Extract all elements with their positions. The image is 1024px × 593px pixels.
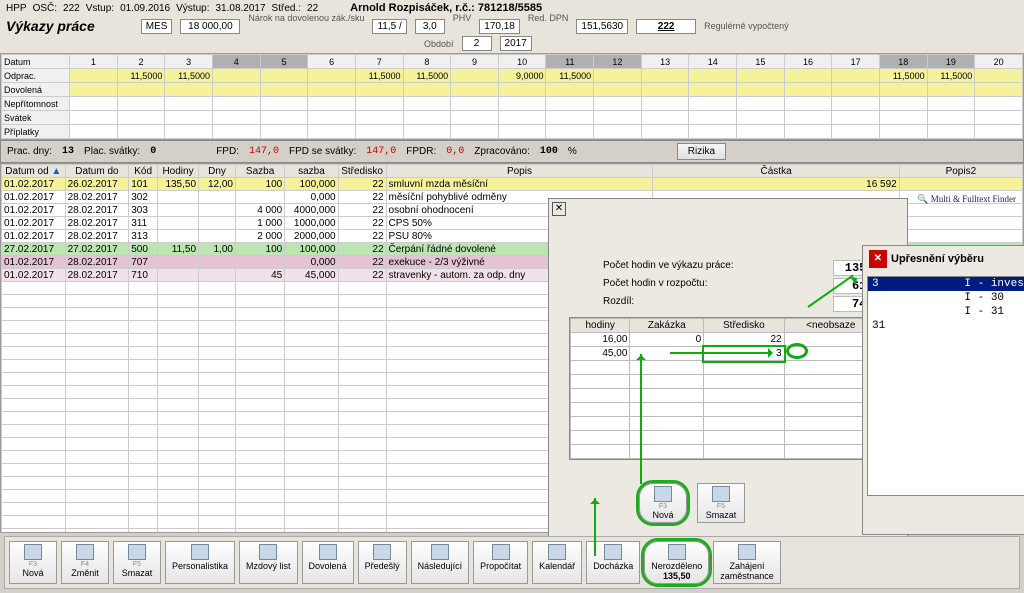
contract-type: HPP (6, 3, 27, 14)
narok-left: 11,5 / (372, 19, 406, 34)
popup1-close-button[interactable]: ✕ (552, 202, 566, 216)
obdobi-year[interactable]: 2017 (500, 36, 532, 51)
p1-r2-label: Počet hodin v rozpočtu: (603, 278, 708, 294)
arrow-1-head (636, 350, 646, 360)
kalendar-icon (548, 544, 566, 560)
toolbar-mzdovy-list-button[interactable]: Mzdový list (239, 541, 298, 584)
toolbar-zmenit-button[interactable]: F4Změnit (61, 541, 109, 584)
osc-label: OSČ: (33, 3, 57, 14)
toolbar-kalendar-button[interactable]: Kalendář (532, 541, 582, 584)
osc-value: 222 (63, 3, 80, 14)
zahajeni-icon (738, 544, 756, 560)
toolbar-nova-button[interactable]: F3Nová (9, 541, 57, 584)
toolbar-personalistika-button[interactable]: Personalistika (165, 541, 235, 584)
nerozdeleno-icon (668, 544, 686, 560)
zmenit-icon (76, 544, 94, 560)
mzdovy-list-icon (259, 544, 277, 560)
mes-label: MES (141, 19, 173, 34)
bottom-toolbar: F3NováF4ZměnitF5SmazatPersonalistikaMzdo… (4, 536, 1020, 589)
arrow-2 (670, 352, 770, 354)
fulltext-finder[interactable]: Multi & Fulltext Finder (917, 194, 1016, 205)
title-row: Výkazy práce MES 18 000,00 Nárok na dovo… (0, 16, 1024, 36)
stred-value: 22 (307, 3, 318, 14)
regul-label: Regulérně vypočtený (704, 21, 789, 31)
toolbar-dovolena-button[interactable]: Dovolená (302, 541, 354, 584)
vstup-label: Vstup: (86, 3, 114, 14)
red-value: 151,5630 (576, 19, 628, 34)
arrow-1 (640, 354, 642, 484)
fpd-value: 147,0 (249, 146, 279, 157)
dovolena-icon (319, 544, 337, 560)
zprac-value: 100 (540, 146, 558, 157)
fpdsv-value: 147,0 (366, 146, 396, 157)
header-info-bar: HPP OSČ: 222 Vstup: 01.09.2016 Výstup: 3… (0, 0, 1024, 16)
p1-r3-label: Rozdíl: (603, 296, 634, 312)
vstup-value: 01.09.2016 (120, 3, 170, 14)
cislo-box[interactable]: 222 (636, 19, 696, 34)
narok-right: 3,0 (415, 19, 445, 34)
day-stats-grid[interactable]: Datum1234567891011121314151617181920Odpr… (0, 53, 1024, 140)
arrow-4-head (590, 494, 600, 504)
toolbar-nasledujici-button[interactable]: Následující (411, 541, 470, 584)
predesly-icon (373, 544, 391, 560)
phv-label: PHV (453, 13, 472, 23)
delete-icon (712, 486, 730, 502)
obdobi-label: Období (424, 39, 454, 49)
red-label: Red. DPN (528, 13, 569, 23)
mes-value: 18 000,00 (180, 19, 240, 34)
toolbar-zahajeni-button[interactable]: Zahájení zaměstnance (713, 541, 781, 584)
propocitat-icon (492, 544, 510, 560)
phv-value: 170,18 (479, 19, 520, 34)
arrow-2-head (768, 348, 778, 358)
dochazka-icon (604, 544, 622, 560)
popup1-smazat-button[interactable]: F5 Smazat (697, 483, 745, 523)
pracdny-label: Prac. dny: (7, 146, 52, 157)
fpdr-value: 0,0 (446, 146, 464, 157)
zprac-label: Zpracováno: (474, 146, 530, 157)
p1-r1-label: Počet hodin ve výkazu práce: (603, 260, 734, 276)
popup1-nova-button[interactable]: F3 Nová (639, 483, 687, 523)
toolbar-propocitat-button[interactable]: Propočítat (473, 541, 528, 584)
page-title: Výkazy práce (6, 18, 95, 34)
placsvatky-value: 0 (150, 146, 156, 157)
vystup-value: 31.08.2017 (215, 3, 265, 14)
vystup-label: Výstup: (176, 3, 209, 14)
narok-label: Nárok na dovolenou zák./sku (248, 13, 364, 23)
popup2-title: Upřesnění výběru (891, 253, 984, 265)
nasledujici-icon (431, 544, 449, 560)
stred-label: Střed.: (272, 3, 301, 14)
popup2-list[interactable]: 3 I - investice I - 30 I - 3131 (867, 276, 1024, 496)
obdobi-month[interactable]: 2 (462, 36, 492, 51)
pracdny-value: 13 (62, 146, 74, 157)
rizika-button[interactable]: Rizika (677, 143, 726, 160)
fpdsv-label: FPD se svátky: (289, 146, 356, 157)
popup2-close-button[interactable]: ✕ (869, 250, 887, 268)
placsvatky-label: Plac. svátky: (84, 146, 140, 157)
plus-icon (654, 486, 672, 502)
fpdr-label: FPDR: (406, 146, 436, 157)
employee-name: Arnold Rozpisáček, r.č.: 781218/5585 (350, 2, 542, 14)
fpd-label: FPD: (216, 146, 239, 157)
summary-bar: Prac. dny: 13 Plac. svátky: 0 FPD: 147,0… (0, 140, 1024, 163)
title-row-2: Období 2 2017 (0, 36, 1024, 53)
nova-icon (24, 544, 42, 560)
annotation-circle-stredisko (786, 343, 808, 359)
arrow-4 (594, 498, 596, 556)
zprac-pct: % (568, 146, 577, 157)
popup1-mini-grid[interactable]: hodinyZakázkaStředisko<neobsaze16,000224… (569, 317, 879, 460)
filter-popup: ✕ Upřesnění výběru 3 I - investice I - 3… (862, 245, 1024, 535)
toolbar-predesly-button[interactable]: Předešlý (358, 541, 407, 584)
personalistika-icon (191, 544, 209, 560)
hours-split-popup: ✕ Počet hodin ve výkazu práce:135,50 Poč… (548, 198, 908, 538)
toolbar-nerozdeleno-button[interactable]: Nerozděleno135,50 (644, 541, 709, 584)
toolbar-smazat-button[interactable]: F5Smazat (113, 541, 161, 584)
smazat-icon (128, 544, 146, 560)
